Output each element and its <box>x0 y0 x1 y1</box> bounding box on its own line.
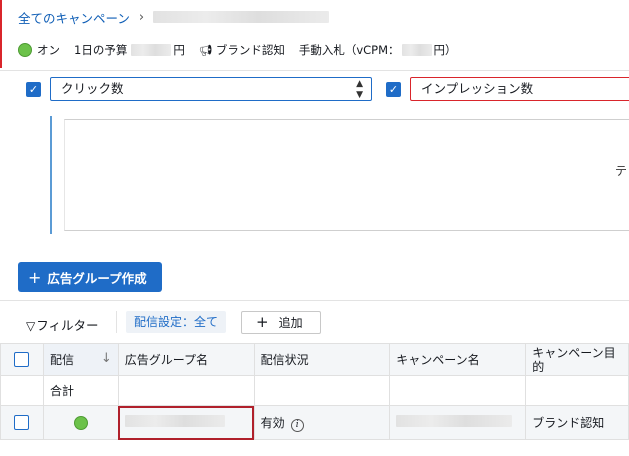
total-empty-cell <box>253 375 391 406</box>
total-empty-cell <box>0 375 44 406</box>
campaign-status-on[interactable]: オン <box>18 42 60 58</box>
performance-chart: テ <box>50 116 629 234</box>
create-ad-group-button[interactable]: + 広告グループ作成 <box>18 262 162 292</box>
column-header-delivery[interactable]: 配信 ↓ <box>42 343 119 376</box>
campaign-status-line: オン 1日の予算 円 📢︎ ブランド認知 手動入札（vCPM： 円） <box>18 40 471 60</box>
frame-left-border <box>0 0 2 68</box>
metric-selector-row: ✓ クリック数 ▲ ▼ ✓ インプレッション数 <box>0 70 629 106</box>
table-header-row: 配信 ↓ 広告グループ名 配信状況 キャンペーン名 キャンペーン目的 <box>0 343 629 376</box>
select-all-cell <box>0 343 44 376</box>
megaphone-icon: 📢︎ <box>198 43 213 57</box>
row-campaign-objective: ブランド認知 <box>525 405 629 440</box>
row-checkbox[interactable] <box>14 415 30 430</box>
campaign-objective: 📢︎ ブランド認知 <box>198 43 285 57</box>
ad-group-table: 配信 ↓ 広告グループ名 配信状況 キャンペーン名 キャンペーン目的 合計 有効… <box>0 343 629 440</box>
add-filter-button[interactable]: + 追加 <box>241 311 321 334</box>
metric1-checkbox[interactable]: ✓ <box>26 82 41 97</box>
info-icon[interactable]: i <box>290 418 304 432</box>
budget-value-redacted <box>131 44 172 56</box>
row-delivery-status: 有効 i <box>253 405 391 440</box>
table-row[interactable]: 有効 i ブランド認知 <box>0 405 629 440</box>
chart-plot-area <box>64 119 629 231</box>
plus-icon: + <box>28 267 42 287</box>
row-campaign-name[interactable] <box>389 405 527 440</box>
total-empty-cell <box>525 375 629 406</box>
total-empty-cell <box>389 375 527 406</box>
metric2-checkbox[interactable]: ✓ <box>386 82 401 97</box>
filter-divider <box>116 311 117 333</box>
funnel-icon: ▽ <box>26 319 36 333</box>
status-on-dot-icon <box>18 43 32 57</box>
column-header-campaign-objective[interactable]: キャンペーン目的 <box>525 343 629 376</box>
vcpm-value-redacted <box>401 44 432 56</box>
plus-icon: + <box>256 313 269 331</box>
column-header-ad-group-name[interactable]: 広告グループ名 <box>117 343 255 376</box>
filter-row: ▽フィルター 配信設定：全て + 追加 <box>0 300 629 344</box>
breadcrumb-campaign-name-redacted <box>153 11 330 23</box>
column-header-campaign-name[interactable]: キャンペーン名 <box>389 343 527 376</box>
delivery-on-dot-icon[interactable] <box>73 415 88 430</box>
bidding-strategy: 手動入札（vCPM： 円） <box>298 43 457 57</box>
total-empty-cell <box>117 375 255 406</box>
metric2-select[interactable]: インプレッション数 <box>410 77 629 101</box>
daily-budget: 1日の予算 円 <box>74 43 185 57</box>
breadcrumb-all-campaigns-link[interactable]: 全てのキャンペーン <box>18 8 130 27</box>
campaign-name-redacted <box>396 415 513 427</box>
select-updown-icon: ▲ ▼ <box>356 79 363 100</box>
ad-group-name-highlight-box <box>118 406 254 440</box>
filter-button[interactable]: ▽フィルター <box>26 315 99 334</box>
table-total-row: 合計 <box>0 375 629 406</box>
metric1-select[interactable]: クリック数 ▲ ▼ <box>50 77 372 101</box>
row-checkbox-cell <box>0 405 44 440</box>
chart-edge-text: テ <box>614 164 627 178</box>
select-all-checkbox[interactable] <box>14 352 30 367</box>
sort-down-arrow-icon[interactable]: ↓ <box>101 351 112 366</box>
row-delivery-toggle-cell <box>42 405 119 440</box>
total-label: 合計 <box>42 375 119 406</box>
column-header-delivery-status[interactable]: 配信状況 <box>253 343 391 376</box>
breadcrumb-chevron-icon: › <box>138 9 145 25</box>
delivery-setting-filter-chip[interactable]: 配信設定：全て <box>126 311 227 333</box>
breadcrumb: 全てのキャンペーン › <box>18 8 330 27</box>
